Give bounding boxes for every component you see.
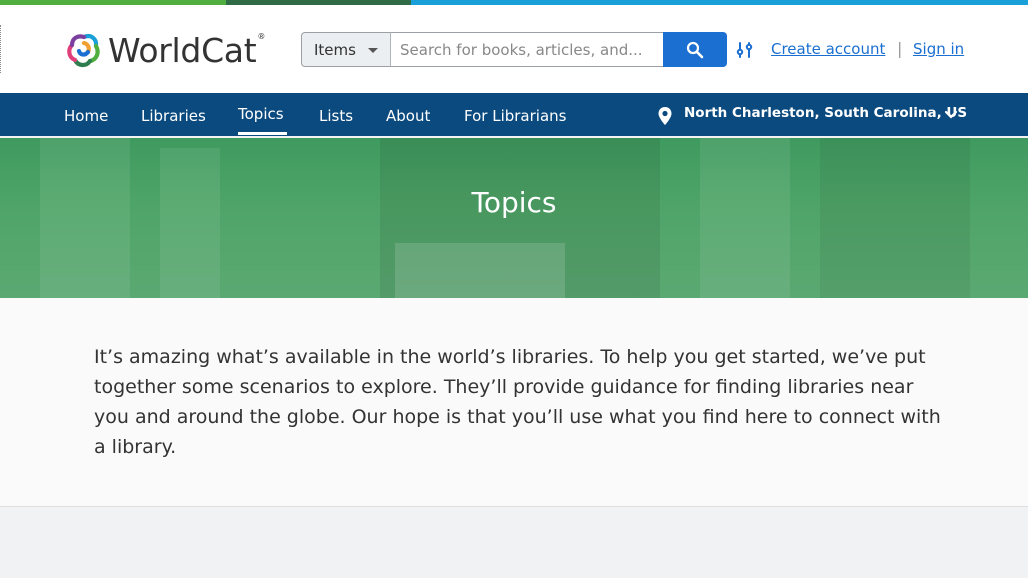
location-selector[interactable]: North Charleston, South Carolina, US [684, 105, 967, 121]
page-title: Topics [471, 186, 557, 219]
intro-paragraph: It’s amazing what’s available in the wor… [94, 346, 941, 458]
nav-item-home[interactable]: Home [64, 107, 108, 125]
nav-item-about[interactable]: About [386, 107, 430, 125]
worldcat-logo[interactable]: WorldCat ® [63, 29, 265, 71]
intro-section: It’s amazing what’s available in the wor… [0, 298, 1028, 507]
bookshelf-shape [160, 148, 220, 298]
sign-in-link[interactable]: Sign in [913, 40, 964, 58]
logo-wordmark: WorldCat [108, 30, 257, 70]
map-pin-icon [658, 107, 672, 125]
create-account-link[interactable]: Create account [771, 40, 885, 58]
nav-item-for-librarians[interactable]: For Librarians [464, 107, 566, 125]
site-header: WorldCat ® Items Create account | Sign i… [0, 5, 1028, 93]
bookshelf-shape [395, 243, 565, 298]
caret-down-icon [368, 48, 378, 53]
header-divider: | [897, 39, 903, 58]
nav-item-libraries[interactable]: Libraries [141, 107, 206, 125]
topics-section [0, 507, 1028, 578]
search-bar: Items [301, 32, 727, 67]
search-button[interactable] [663, 32, 727, 67]
search-input[interactable] [390, 32, 663, 67]
nav-item-lists[interactable]: Lists [319, 107, 353, 125]
hero-banner: Topics [0, 138, 1028, 298]
advanced-search-icon[interactable] [736, 41, 754, 59]
chevron-down-icon[interactable] [944, 109, 958, 121]
search-type-select[interactable]: Items [301, 32, 390, 67]
focus-outline-marker [0, 25, 2, 73]
search-type-label: Items [314, 40, 356, 59]
search-icon [686, 41, 704, 58]
worldcat-logo-icon [67, 34, 100, 68]
nav-item-topics[interactable]: Topics [238, 105, 284, 123]
logo-registered-mark: ® [257, 31, 266, 41]
main-navigation: Home Libraries Topics Lists About For Li… [0, 93, 1028, 136]
nav-active-indicator [238, 132, 287, 135]
